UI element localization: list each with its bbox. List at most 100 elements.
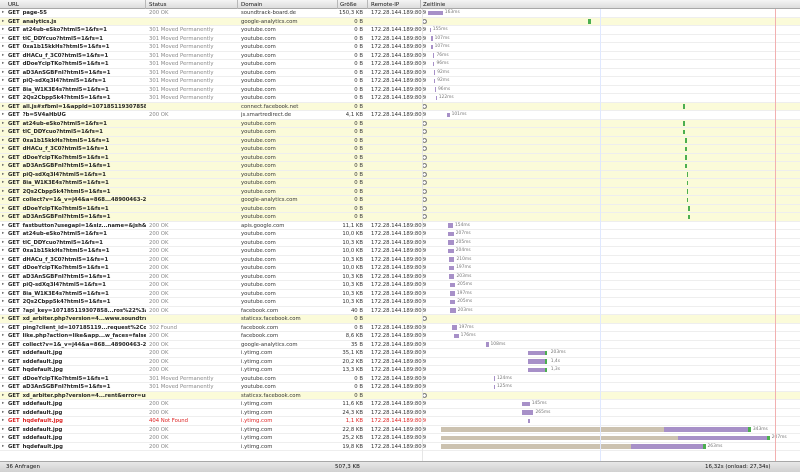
timing-bar[interactable] xyxy=(686,189,689,194)
timing-bar[interactable] xyxy=(527,367,545,373)
timing-bar[interactable] xyxy=(446,112,450,118)
table-row[interactable]: ▸ GET collect?v=1&_v=j44&a=868...48900463-… xyxy=(0,341,800,349)
request-url[interactable]: GET collect?v=1&_v=j44&a=868...48900463-2… xyxy=(8,197,146,203)
timing-bar[interactable] xyxy=(448,231,454,237)
request-url[interactable]: GET dHACu_f_3C0?html5=1&fs=1 xyxy=(8,146,146,152)
timing-bar[interactable] xyxy=(434,70,436,75)
timing-bar[interactable] xyxy=(682,129,685,135)
timing-bar[interactable] xyxy=(448,248,454,254)
timing-bar[interactable] xyxy=(435,95,437,101)
request-url[interactable]: GET dHACu_f_3C0?html5=1&fs=1 xyxy=(8,257,146,263)
table-row[interactable]: ▸ GET like.php?action=like&app...w_faces=f… xyxy=(0,332,800,341)
timing-bar[interactable] xyxy=(685,163,688,169)
table-row[interactable]: ▸ GET analytics.js google-analytics.com 0 B xyxy=(0,17,800,26)
table-row[interactable]: ▸ GET dHACu_f_3C0?html5=1&fs=1 youtube.com 0… xyxy=(0,145,800,154)
table-row[interactable]: ▸ GET tlC_DDYcuo?html5=1&fs=1 youtube.com 0 … xyxy=(0,128,800,137)
col-timeline[interactable]: Zeitlinie xyxy=(423,2,445,8)
table-row[interactable]: ▸ GET dHACu_f_3C0?html5=1&fs=1 200 OK youtub… xyxy=(0,256,800,264)
request-url[interactable]: GET aD3AnSGBFnI?html5=1&fs=1 xyxy=(8,274,146,280)
request-url[interactable]: GET analytics.js xyxy=(8,19,146,25)
timing-bar[interactable] xyxy=(493,376,495,381)
timing-bar[interactable] xyxy=(449,299,456,305)
table-row[interactable]: ▸ GET dHACu_f_3C0?html5=1&fs=1 301 Moved Pe… xyxy=(0,52,800,60)
request-url[interactable]: GET piQ-sdXq3I4?html5=1&fs=1 xyxy=(8,172,146,178)
table-row[interactable]: ▸ GET sddefault.jpg 200 OK i.ytimg.com 11,6 K… xyxy=(0,400,800,409)
table-row[interactable]: ▸ GET piQ-sdXq3I4?html5=1&fs=1 200 OK youtub… xyxy=(0,281,800,290)
timing-bar[interactable] xyxy=(449,282,456,288)
request-url[interactable]: GET aD3AnSGBFnI?html5=1&fs=1 xyxy=(8,163,146,169)
table-row[interactable]: ▸ GET 0xa1b15kkHs?html5=1&fs=1 301 Moved Pe… xyxy=(0,43,800,52)
request-url[interactable]: GET 8ia_W1K3E4s?html5=1&fs=1 xyxy=(8,87,146,93)
timing-bar[interactable] xyxy=(522,410,534,415)
timing-bar[interactable] xyxy=(527,359,545,364)
request-url[interactable]: GET 8ia_W1K3E4s?html5=1&fs=1 xyxy=(8,180,146,186)
timing-bar[interactable] xyxy=(486,342,489,347)
col-status[interactable]: Status xyxy=(149,2,167,8)
request-url[interactable]: GET piQ-sdXq3I4?html5=1&fs=1 xyxy=(8,282,146,288)
table-row[interactable]: ▸ GET sddefault.jpg 200 OK i.ytimg.com 35,1 K… xyxy=(0,349,800,358)
request-url[interactable]: GET tlC_DDYcuo?html5=1&fs=1 xyxy=(8,240,146,246)
request-url[interactable]: GET sddefault.jpg xyxy=(8,410,146,416)
request-url[interactable]: GET ping?client_id=107185119...request%2C… xyxy=(8,325,146,331)
table-row[interactable]: ▸ GET collect?v=1&_v=j44&a=868...48900463-… xyxy=(0,196,800,205)
timing-bar[interactable] xyxy=(449,291,455,296)
column-divider[interactable] xyxy=(237,0,238,9)
timing-bar[interactable] xyxy=(682,104,686,109)
table-row[interactable]: ▸ GET ?b=5V4aHbUG 200 OK js.smartredirect.de… xyxy=(0,111,800,120)
table-row[interactable]: ▸ GET dDoeYcipTKo?html5=1&fs=1 301 Moved Pe… xyxy=(0,60,800,69)
col-size[interactable]: Größe xyxy=(340,2,357,8)
table-row[interactable]: ▸ GET xd_arbiter.php?version=4...rent&erro… xyxy=(0,391,800,400)
request-url[interactable]: GET dDoeYcipTKo?html5=1&fs=1 xyxy=(8,376,146,382)
column-divider[interactable] xyxy=(367,0,368,9)
timing-bar[interactable] xyxy=(687,214,690,220)
timing-bar[interactable] xyxy=(434,87,436,92)
request-url[interactable]: GET sddefault.jpg xyxy=(8,359,146,365)
timing-bar[interactable] xyxy=(448,223,453,228)
request-url[interactable]: GET hqdefault.jpg xyxy=(8,418,146,424)
request-url[interactable]: GET 0xa1b15kkHs?html5=1&fs=1 xyxy=(8,248,146,254)
request-url[interactable]: GET aD3AnSGBFnI?html5=1&fs=1 xyxy=(8,214,146,220)
table-row[interactable]: ▸ GET piQ-sdXq3I4?html5=1&fs=1 youtube.com 0… xyxy=(0,170,800,179)
request-url[interactable]: GET at24ub-eSko?html5=1&fs=1 xyxy=(8,27,146,33)
timing-bar[interactable] xyxy=(527,418,530,424)
table-row[interactable]: ▸ GET sddefault.jpg 200 OK i.ytimg.com 20,2 K… xyxy=(0,358,800,366)
table-row[interactable]: ▸ GET 0xa1b15kkHs?html5=1&fs=1 youtube.com 0… xyxy=(0,136,800,145)
table-row[interactable]: ▸ GET hqdefault.jpg 404 Not Found i.ytimg.co… xyxy=(0,417,800,426)
table-row[interactable]: ▸ GET dDoeYcipTKo?html5=1&fs=1 301 Moved Pe… xyxy=(0,375,800,383)
table-row[interactable]: ▸ GET aD3AnSGBFnI?html5=1&fs=1 301 Moved Pe… xyxy=(0,383,800,392)
timing-bar[interactable] xyxy=(685,155,688,160)
request-url[interactable]: GET all.js#xfbml=1&appId=107185119307858 xyxy=(8,104,146,110)
table-row[interactable]: ▸ GET 2Qs2Cbpp5k4?html5=1&fs=1 301 Moved Pe… xyxy=(0,94,800,103)
table-row[interactable]: ▸ GET sddefault.jpg 200 OK i.ytimg.com 24,3 K… xyxy=(0,409,800,417)
request-url[interactable]: GET at24ub-eSko?html5=1&fs=1 xyxy=(8,121,146,127)
table-row[interactable]: ▸ GET ping?client_id=107185119...request%2… xyxy=(0,324,800,332)
timing-bar[interactable] xyxy=(431,36,433,41)
request-url[interactable]: GET aD3AnSGBFnI?html5=1&fs=1 xyxy=(8,70,146,76)
request-url[interactable]: GET sddefault.jpg xyxy=(8,401,146,407)
timing-bar[interactable] xyxy=(684,146,687,152)
request-url[interactable]: GET 0xa1b15kkHs?html5=1&fs=1 xyxy=(8,138,146,144)
table-row[interactable]: ▸ GET sddefault.jpg 200 OK i.ytimg.com 25,2 K… xyxy=(0,434,800,443)
timing-bar[interactable] xyxy=(522,401,530,407)
table-row[interactable]: ▸ GET 2Qs2Cbpp5k4?html5=1&fs=1 youtube.com 0… xyxy=(0,187,800,196)
timing-bar[interactable] xyxy=(454,333,459,339)
request-url[interactable]: GET dDoeYcipTKo?html5=1&fs=1 xyxy=(8,265,146,271)
table-row[interactable]: ▸ GET at24ub-eSko?html5=1&fs=1 youtube.com 0… xyxy=(0,119,800,128)
table-row[interactable]: ▸ GET sddefault.jpg 200 OK i.ytimg.com 22,8 K… xyxy=(0,426,800,434)
table-row[interactable]: ▸ GET at24ub-eSko?html5=1&fs=1 301 Moved Pe… xyxy=(0,26,800,35)
timing-bar[interactable] xyxy=(434,78,436,84)
table-row[interactable]: ▸ GET all.js#xfbml=1&appId=107185119307858… xyxy=(0,102,800,111)
request-url[interactable]: GET sddefault.jpg xyxy=(8,427,146,433)
request-url[interactable]: GET 0xa1b15kkHs?html5=1&fs=1 xyxy=(8,44,146,50)
request-url[interactable]: GET xd_arbiter.php?version=4...www.soundt… xyxy=(8,316,146,322)
table-row[interactable]: ▸ GET fastbutton?usegapi=1&siz...name=&jsh… xyxy=(0,222,800,230)
timing-bar[interactable] xyxy=(448,240,454,245)
request-url[interactable]: GET dDoeYcipTKo?html5=1&fs=1 xyxy=(8,155,146,161)
table-row[interactable]: ▸ GET 8ia_W1K3E4s?html5=1&fs=1 youtube.com 0… xyxy=(0,179,800,188)
timing-bar[interactable] xyxy=(686,197,689,203)
table-row[interactable]: ▸ GET tlC_DDYcuo?html5=1&fs=1 301 Moved Per… xyxy=(0,35,800,43)
table-row[interactable]: ▸ GET hqdefault.jpg 200 OK i.ytimg.com 19,8 K… xyxy=(0,443,800,451)
request-url[interactable]: GET tlC_DDYcuo?html5=1&fs=1 xyxy=(8,36,146,42)
request-url[interactable]: GET like.php?action=like&app...w_faces=fa… xyxy=(8,333,146,339)
timing-bar[interactable] xyxy=(429,27,431,33)
